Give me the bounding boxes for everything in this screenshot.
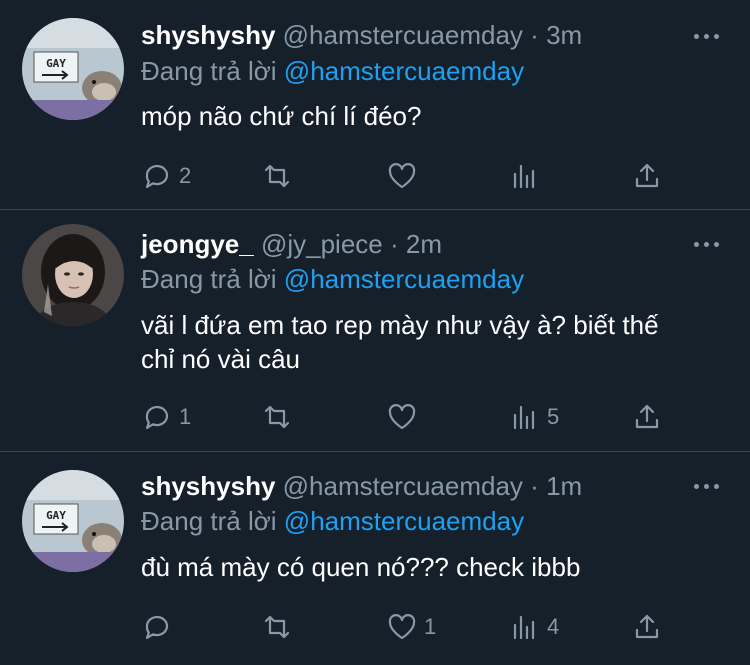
- tweet-text: móp não chứ chí lí đéo?: [141, 99, 731, 133]
- separator-dot: ·: [530, 20, 539, 50]
- user-avatar-image: [22, 224, 124, 326]
- views-button[interactable]: [509, 159, 547, 193]
- tweet-text-line: đù má mày có quen nó??? check ibbb: [141, 552, 581, 582]
- avatar[interactable]: GAY: [22, 470, 124, 572]
- separator-dot: ·: [530, 471, 539, 501]
- reply-button[interactable]: 2: [141, 159, 191, 193]
- reply-icon: [145, 615, 169, 640]
- tweet[interactable]: GAY shyshyshy @hamstercuaemday · 3m Đang…: [0, 0, 750, 208]
- separator-dot: ·: [389, 229, 399, 259]
- timestamp[interactable]: 3m: [546, 20, 582, 50]
- sign-text: GAY: [46, 57, 66, 70]
- reply-button[interactable]: 1: [141, 400, 191, 434]
- like-button[interactable]: [386, 400, 424, 434]
- retweet-button[interactable]: [261, 400, 299, 434]
- retweet-button[interactable]: [261, 159, 299, 193]
- display-name[interactable]: shyshyshy: [141, 471, 275, 501]
- more-icon[interactable]: [694, 484, 720, 492]
- tweet-text: đù má mày có quen nó??? check ibbb: [141, 550, 731, 584]
- more-icon[interactable]: [694, 242, 720, 250]
- avatar[interactable]: GAY: [22, 18, 124, 120]
- reply-context: Đang trả lời @hamstercuaemday: [141, 56, 524, 86]
- like-button[interactable]: 1: [386, 610, 436, 644]
- like-icon: [388, 404, 416, 430]
- tweet-header: shyshyshy @hamstercuaemday · 3m: [141, 20, 582, 50]
- action-bar: 1 4: [141, 610, 681, 644]
- like-button[interactable]: [386, 159, 424, 193]
- retweet-icon: [264, 405, 290, 429]
- reply-prefix: Đang trả lời: [141, 56, 277, 86]
- retweet-button[interactable]: [261, 610, 299, 644]
- user-handle[interactable]: @hamstercuaemday: [283, 471, 523, 501]
- action-bar: 2: [141, 159, 681, 193]
- like-count: 1: [424, 614, 437, 639]
- tweet-text-line: vãi l đứa em tao rep mày như vậy à? biết…: [141, 310, 659, 340]
- reply-prefix: Đang trả lời: [141, 264, 277, 294]
- views-button[interactable]: 4: [509, 610, 559, 644]
- reply-context: Đang trả lời @hamstercuaemday: [141, 264, 524, 294]
- share-icon: [635, 614, 659, 639]
- hamster-avatar-image: GAY: [22, 470, 124, 572]
- reply-prefix: Đang trả lời: [141, 506, 277, 536]
- reply-button[interactable]: [141, 610, 179, 644]
- share-icon: [635, 404, 659, 429]
- retweet-icon: [264, 615, 290, 639]
- tweet-text-line: chỉ nó vài câu: [141, 344, 300, 374]
- avatar[interactable]: [22, 224, 124, 326]
- reply-mention-link[interactable]: @hamstercuaemday: [284, 264, 524, 294]
- share-button[interactable]: [631, 159, 669, 193]
- reply-icon: [145, 405, 169, 430]
- reply-mention-link[interactable]: @hamstercuaemday: [284, 506, 524, 536]
- display-name[interactable]: shyshyshy: [141, 20, 275, 50]
- display-name[interactable]: jeongye_: [141, 229, 254, 259]
- tweet-header: jeongye_ @jy_piece · 2m: [141, 229, 442, 259]
- views-icon: [513, 164, 535, 189]
- timestamp[interactable]: 1m: [546, 471, 582, 501]
- reply-count: 1: [179, 404, 192, 429]
- reply-icon: [145, 164, 169, 189]
- user-handle[interactable]: @hamstercuaemday: [283, 20, 523, 50]
- views-count: 4: [547, 614, 560, 639]
- share-button[interactable]: [631, 400, 669, 434]
- like-icon: [388, 163, 416, 189]
- tweet[interactable]: jeongye_ @jy_piece · 2m Đang trả lời @ha…: [0, 210, 750, 450]
- timestamp[interactable]: 2m: [406, 229, 442, 259]
- views-icon: [513, 615, 535, 640]
- retweet-icon: [264, 164, 290, 188]
- tweet-header: shyshyshy @hamstercuaemday · 1m: [141, 471, 582, 501]
- views-icon: [513, 405, 535, 430]
- tweet-text-line: móp não chứ chí lí đéo?: [141, 101, 422, 131]
- views-count: 5: [547, 404, 560, 429]
- user-handle[interactable]: @jy_piece: [261, 229, 383, 259]
- reply-count: 2: [179, 163, 192, 188]
- reply-mention-link[interactable]: @hamstercuaemday: [284, 56, 524, 86]
- share-icon: [635, 163, 659, 188]
- views-button[interactable]: 5: [509, 400, 559, 434]
- hamster-avatar-image: GAY: [22, 18, 124, 120]
- share-button[interactable]: [631, 610, 669, 644]
- tweet[interactable]: GAY shyshyshy @hamstercuaemday · 1m Đang…: [0, 452, 750, 665]
- like-icon: [388, 614, 416, 640]
- tweet-text: vãi l đứa em tao rep mày như vậy à? biết…: [141, 308, 731, 376]
- reply-context: Đang trả lời @hamstercuaemday: [141, 506, 524, 536]
- sign-text: GAY: [46, 509, 66, 522]
- action-bar: 1 5: [141, 400, 681, 434]
- more-icon[interactable]: [694, 34, 720, 42]
